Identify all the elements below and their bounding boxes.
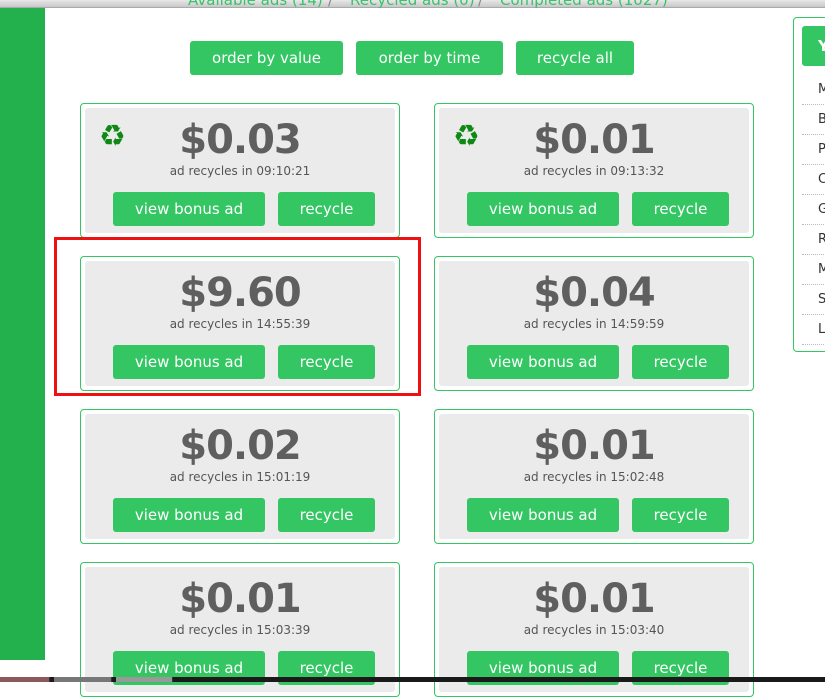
sidebar-menu-item[interactable]: M: [802, 75, 825, 105]
ad-recycle-countdown: ad recycles in 15:02:48: [523, 470, 665, 484]
ad-recycle-countdown: ad recycles in 14:59:59: [523, 317, 665, 331]
right-sidebar-menu: Y MBPCGRMSL: [793, 17, 825, 352]
ad-card-body: ♻ $0.03 ad recycles in 09:10:21 view bonus …: [85, 108, 395, 233]
tab-separator: /: [328, 0, 334, 9]
view-bonus-ad-button[interactable]: view bonus ad: [467, 498, 619, 532]
view-bonus-ad-button[interactable]: view bonus ad: [113, 498, 265, 532]
highlight-box: [54, 237, 421, 396]
ad-recycle-countdown: ad recycles in 09:10:21: [169, 164, 311, 178]
left-green-bar: [0, 8, 45, 660]
ad-card: $0.01 ad recycles in 15:02:48 view bonus a…: [434, 409, 754, 544]
ad-value: $0.03: [179, 117, 302, 163]
ad-recycle-countdown: ad recycles in 15:03:39: [169, 623, 311, 637]
ad-card-body: $0.04 ad recycles in 14:59:59 view bonus a…: [439, 261, 749, 386]
sidebar-menu-item[interactable]: G: [802, 195, 825, 225]
tab-available-ads[interactable]: Available ads (14): [188, 0, 323, 9]
ad-card: ♻ $0.03 ad recycles in 09:10:21 view bonus …: [80, 103, 400, 238]
ad-tabs: Available ads (14) / Recycled ads (0) / …: [150, 0, 700, 12]
ad-recycle-countdown: ad recycles in 15:03:40: [523, 623, 665, 637]
ad-card-body: $0.01 ad recycles in 15:03:40 view bonus a…: [439, 567, 749, 692]
taskbar-item[interactable]: [0, 677, 50, 682]
order-by-time-button[interactable]: order by time: [356, 41, 503, 75]
ad-value: $0.01: [179, 576, 302, 622]
ad-card: $0.04 ad recycles in 14:59:59 view bonus a…: [434, 256, 754, 391]
sidebar-menu-item[interactable]: S: [802, 285, 825, 315]
ad-card-body: $0.02 ad recycles in 15:01:19 view bonus a…: [85, 414, 395, 539]
recycle-button[interactable]: recycle: [278, 192, 375, 226]
ad-card: $0.02 ad recycles in 15:01:19 view bonus a…: [80, 409, 400, 544]
view-bonus-ad-button[interactable]: view bonus ad: [113, 192, 265, 226]
ad-recycle-countdown: ad recycles in 09:13:32: [523, 164, 665, 178]
sidebar-menu-item[interactable]: P: [802, 135, 825, 165]
tab-separator: /: [478, 0, 484, 9]
ad-recycle-countdown: ad recycles in 15:01:19: [169, 470, 311, 484]
ad-value: $0.04: [533, 270, 656, 316]
ad-card: ♻ $0.01 ad recycles in 09:13:32 view bonus …: [434, 103, 754, 238]
ad-card-body: $0.01 ad recycles in 15:02:48 view bonus a…: [439, 414, 749, 539]
sidebar-menu-item[interactable]: B: [802, 105, 825, 135]
recycle-all-button[interactable]: recycle all: [516, 41, 634, 75]
sidebar-menu-item[interactable]: L: [802, 315, 825, 345]
recycle-button[interactable]: recycle: [632, 498, 729, 532]
ad-value: $0.01: [533, 117, 656, 163]
view-bonus-ad-button[interactable]: view bonus ad: [467, 192, 619, 226]
ad-value: $0.02: [179, 423, 302, 469]
ad-card-body: ♻ $0.01 ad recycles in 09:13:32 view bonus …: [439, 108, 749, 233]
taskbar-item[interactable]: [54, 677, 112, 682]
ad-value: $0.01: [533, 576, 656, 622]
os-taskbar: [0, 677, 825, 682]
view-bonus-ad-button[interactable]: view bonus ad: [467, 345, 619, 379]
recycle-button[interactable]: recycle: [632, 345, 729, 379]
sidebar-menu-item[interactable]: C: [802, 165, 825, 195]
taskbar-item[interactable]: [116, 677, 173, 682]
recycle-button[interactable]: recycle: [632, 192, 729, 226]
sidebar-menu-item[interactable]: R: [802, 225, 825, 255]
sidebar-header: Y: [802, 26, 825, 66]
tab-recycled-ads[interactable]: Recycled ads (0): [350, 0, 475, 9]
ad-value: $0.01: [533, 423, 656, 469]
tab-completed-ads[interactable]: Completed ads (1027): [500, 0, 668, 9]
recycle-button[interactable]: recycle: [278, 498, 375, 532]
order-by-value-button[interactable]: order by value: [190, 41, 343, 75]
ad-card-body: $0.01 ad recycles in 15:03:39 view bonus a…: [85, 567, 395, 692]
sidebar-menu-item[interactable]: M: [802, 255, 825, 285]
